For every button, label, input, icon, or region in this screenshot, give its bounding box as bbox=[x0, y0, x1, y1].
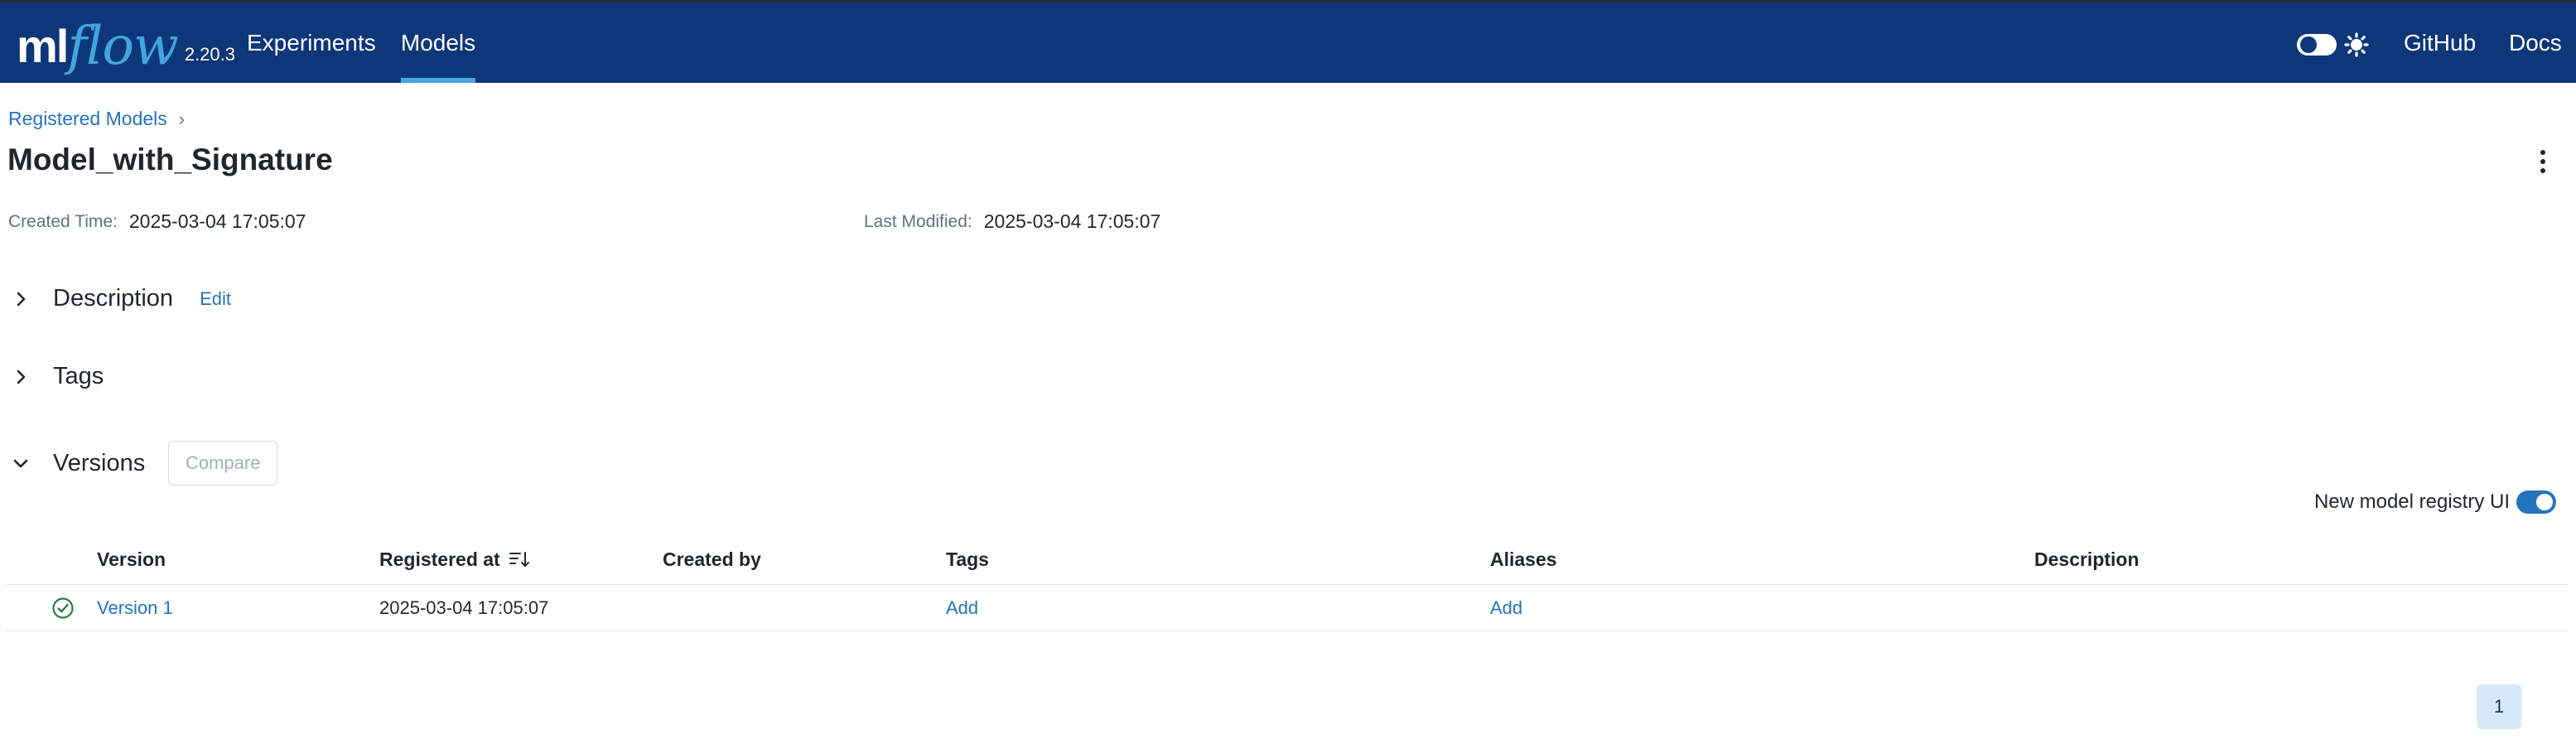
header-version: Version bbox=[97, 548, 166, 570]
breadcrumb: Registered Models › bbox=[8, 108, 185, 130]
header-description: Description bbox=[2034, 548, 2139, 570]
created-time-value: 2025-03-04 17:05:07 bbox=[128, 210, 306, 232]
add-tag-link[interactable]: Add bbox=[946, 585, 978, 631]
pagination-page-1[interactable]: 1 bbox=[2477, 684, 2521, 729]
edit-description-link[interactable]: Edit bbox=[200, 288, 231, 310]
new-registry-ui-label: New model registry UI bbox=[2313, 490, 2510, 513]
description-section-header[interactable]: Description Edit bbox=[12, 285, 231, 312]
mlflow-logo[interactable]: ml flow 2.20.3 bbox=[17, 12, 235, 75]
switch-knob bbox=[2536, 494, 2553, 510]
created-time: Created Time: 2025-03-04 17:05:07 bbox=[8, 210, 306, 233]
header-aliases: Aliases bbox=[1490, 548, 1557, 570]
chevron-right-icon bbox=[17, 292, 26, 306]
header-registered-at[interactable]: Registered at bbox=[379, 534, 530, 585]
logo-ml-text: ml bbox=[17, 20, 69, 72]
nav-experiments[interactable]: Experiments bbox=[247, 2, 376, 83]
logo-flow-text: flow bbox=[67, 16, 178, 77]
created-time-label: Created Time: bbox=[8, 211, 118, 231]
registered-at-value: 2025-03-04 17:05:07 bbox=[379, 597, 549, 618]
dark-mode-toggle-knob bbox=[2300, 36, 2317, 53]
table-row: Version 1 2025-03-04 17:05:07 Add Add bbox=[7, 585, 2568, 631]
breadcrumb-registered-models[interactable]: Registered Models bbox=[8, 108, 167, 130]
check-circle-icon bbox=[52, 597, 74, 619]
nav-models[interactable]: Models bbox=[401, 2, 475, 83]
dark-mode-toggle[interactable] bbox=[2297, 34, 2337, 56]
sort-descending-icon[interactable] bbox=[509, 549, 530, 569]
sun-icon bbox=[2344, 32, 2369, 57]
last-modified: Last Modified: 2025-03-04 17:05:07 bbox=[864, 210, 1160, 233]
page-title: Model_with_Signature bbox=[7, 143, 333, 176]
app-version: 2.20.3 bbox=[184, 44, 235, 65]
new-registry-ui-switch[interactable] bbox=[2516, 490, 2556, 514]
new-registry-ui-toggle-row: New model registry UI bbox=[2314, 490, 2556, 514]
add-alias-link[interactable]: Add bbox=[1490, 585, 1522, 631]
versions-section-header[interactable]: Versions Compare bbox=[12, 441, 278, 486]
versions-table: Version Registered at Created by Tags Al… bbox=[7, 534, 2568, 631]
version-status bbox=[51, 585, 75, 631]
top-navbar: ml flow 2.20.3 Experiments Models GitHub… bbox=[0, 0, 2576, 83]
version-link[interactable]: Version 1 bbox=[97, 585, 173, 631]
description-section-title: Description bbox=[53, 285, 174, 312]
last-modified-value: 2025-03-04 17:05:07 bbox=[983, 210, 1161, 232]
header-created-by: Created by bbox=[663, 548, 761, 570]
compare-button[interactable]: Compare bbox=[168, 441, 278, 486]
table-header-row: Version Registered at Created by Tags Al… bbox=[7, 534, 2568, 585]
nav-github[interactable]: GitHub bbox=[2404, 2, 2476, 83]
chevron-down-icon bbox=[13, 459, 28, 468]
tags-section-header[interactable]: Tags bbox=[12, 363, 104, 390]
chevron-right-icon bbox=[17, 370, 26, 384]
tags-section-title: Tags bbox=[53, 363, 104, 389]
header-registered-at-label: Registered at bbox=[379, 548, 500, 570]
last-modified-label: Last Modified: bbox=[864, 211, 972, 231]
nav-docs[interactable]: Docs bbox=[2509, 2, 2562, 83]
kebab-menu-icon[interactable] bbox=[2535, 147, 2551, 176]
versions-section-title: Versions bbox=[53, 449, 146, 476]
chevron-right-icon: › bbox=[178, 108, 186, 129]
header-tags: Tags bbox=[946, 548, 989, 570]
